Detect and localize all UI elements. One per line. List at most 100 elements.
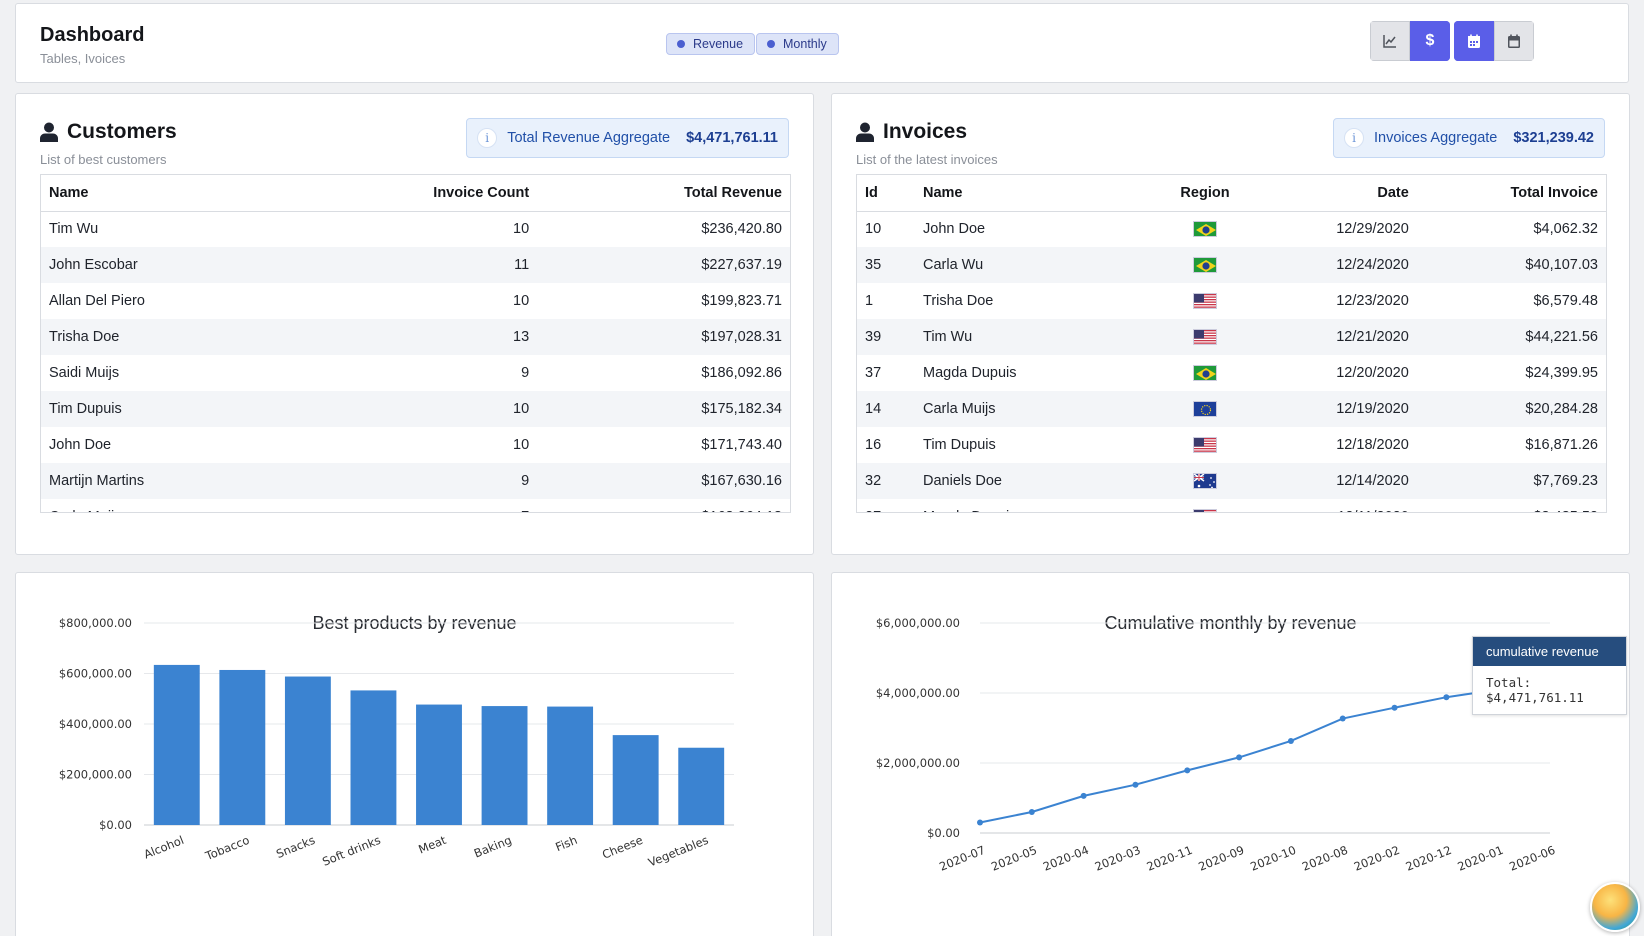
table-row[interactable]: John Doe 10 $171,743.40 [41, 427, 790, 463]
table-row[interactable]: Carla Muijs7$163,264.13 [41, 499, 790, 512]
invoice-count: 9 [521, 365, 530, 381]
usa-flag-icon [1193, 509, 1217, 512]
y-tick-label: $4,000,000.00 [876, 686, 960, 700]
bar [612, 735, 659, 825]
table-row[interactable]: 16 Tim Dupuis 12/18/2020 $16,871.26 [857, 427, 1606, 463]
table-row[interactable]: Trisha Doe 13 $197,028.31 [41, 319, 790, 355]
invoice-id: 35 [857, 247, 915, 283]
brazil-flag-icon [1193, 365, 1217, 382]
table-row[interactable]: 1 Trisha Doe 12/23/2020 $6,579.48 [857, 283, 1606, 319]
table-row[interactable]: 14 Carla Muijs 12/19/2020 $20,284.28 [857, 391, 1606, 427]
brazil-flag-icon [1193, 257, 1217, 274]
table-row[interactable]: 39 Tim Wu 12/21/2020 $44,221.56 [857, 319, 1606, 355]
customer-name: Allan Del Piero [49, 293, 145, 309]
customer-name: Saidi Muijs [49, 365, 120, 381]
column-header-region[interactable]: Region [1155, 175, 1255, 212]
total-revenue: $175,182.34 [537, 391, 790, 427]
table-row[interactable]: Martijn Martins 9 $167,630.16 [41, 463, 790, 499]
line-chart: $0.00 $2,000,000.00 $4,000,000.00 $6,000,00… [876, 616, 1557, 874]
user-icon [856, 122, 874, 142]
info-icon: i [1344, 128, 1365, 148]
column-header-invoice-count[interactable]: Invoice Count [289, 175, 538, 212]
table-row[interactable]: Allan Del Piero 10 $199,823.71 [41, 283, 790, 319]
bar [284, 676, 331, 825]
table-row[interactable]: Tim Wu 10 $236,420.80 [41, 211, 790, 247]
invoice-total: $6,579.48 [1533, 293, 1598, 309]
invoice-date: 12/19/2020 [1255, 391, 1417, 427]
invoice-count: 10 [513, 221, 530, 238]
cumulative-revenue-chart-card: Cumulative monthly by revenue $0.00 $2,00… [831, 572, 1630, 936]
invoice-count: 10 [289, 391, 538, 427]
invoice-region [1155, 319, 1255, 355]
invoice-total: $16,871.26 [1525, 437, 1598, 453]
invoice-region [1155, 247, 1255, 283]
x-tick-label: Soft drinks [320, 833, 382, 869]
table-header-row: Name Invoice Count Total Revenue [41, 175, 790, 212]
column-header-name[interactable]: Name [915, 175, 1155, 212]
invoices-panel: Invoices List of the latest invoices i I… [831, 93, 1630, 555]
invoices-table-container[interactable]: Id Name Region Date Total Invoice 10 John… [856, 174, 1607, 513]
column-header-total-revenue[interactable]: Total Revenue [537, 175, 790, 212]
aggregate-value: $321,239.42 [1513, 130, 1594, 146]
invoice-id: 1 [865, 293, 874, 309]
revenue-button[interactable]: $ [1410, 21, 1450, 61]
tooltip-value: $4,471,761.11 [1486, 690, 1584, 705]
column-header-name[interactable]: Name [41, 175, 290, 212]
table-row[interactable]: 27Magda Dupuis 12/11/2020$3,485.52 [857, 499, 1606, 512]
tag-revenue[interactable]: Revenue [666, 33, 756, 55]
table-row[interactable]: 32 Daniels Doe 12/14/2020 $7,769.23 [857, 463, 1606, 499]
y-tick-label: $6,000,000.00 [876, 616, 960, 630]
invoice-id: 39 [857, 319, 915, 355]
line-chart-button[interactable] [1370, 21, 1410, 61]
bar [416, 704, 462, 825]
data-point [1028, 809, 1035, 815]
data-point [1443, 694, 1450, 701]
x-tick-label: 2020-07 [937, 843, 987, 874]
line-chart-icon [1383, 35, 1396, 48]
aggregate-value: $4,471,761.11 [686, 130, 778, 146]
customers-table: Name Invoice Count Total Revenue Tim Wu 1… [41, 175, 790, 512]
australia-flag-icon [1193, 473, 1217, 490]
series-line [979, 675, 1551, 824]
invoice-count: 13 [289, 319, 538, 355]
invoice-date: 12/24/2020 [1255, 247, 1417, 283]
brazil-flag-icon [1193, 221, 1217, 238]
table-row[interactable]: Saidi Muijs 9 $186,092.86 [41, 355, 790, 391]
table-row[interactable]: 37 Magda Dupuis 12/20/2020 $24,399.95 [857, 355, 1606, 391]
invoice-name: Trisha Doe [923, 293, 994, 309]
customers-table-container[interactable]: Name Invoice Count Total Revenue Tim Wu 1… [40, 174, 791, 513]
x-tick-label: 2020-10 [1248, 843, 1298, 874]
dashboard-header: Dashboard Tables, Ivoices Revenue Monthl… [15, 3, 1629, 83]
user-avatar[interactable] [1590, 882, 1640, 932]
table-row[interactable]: 35 Carla Wu 12/24/2020 $40,107.03 [857, 247, 1606, 283]
column-header-total-invoice[interactable]: Total Invoice [1416, 175, 1606, 212]
total-revenue: $167,630.16 [537, 463, 790, 499]
table-row[interactable]: Tim Dupuis 10 $175,182.34 [41, 391, 790, 427]
bar [350, 690, 397, 825]
invoice-name: Carla Muijs [915, 391, 1155, 427]
tag-monthly[interactable]: Monthly [756, 33, 839, 55]
customer-name: John Escobar [41, 247, 290, 283]
customer-name: Trisha Doe [41, 319, 290, 355]
tag-label: Monthly [783, 37, 827, 51]
bar [481, 706, 528, 825]
customer-name: Tim Wu [49, 221, 99, 238]
x-tick-label: 2020-11 [1145, 843, 1195, 874]
invoice-id: 14 [857, 391, 915, 427]
customers-panel: Customers List of best customers i Total… [15, 93, 814, 555]
tag-dot-icon [767, 40, 775, 48]
monthly-button[interactable] [1454, 21, 1494, 61]
x-tick-label: Cheese [600, 833, 645, 862]
table-row[interactable]: 10 John Doe 12/29/2020 $4,062.32 [857, 211, 1606, 247]
invoice-count: 10 [513, 437, 530, 453]
tooltip-title: cumulative revenue [1473, 637, 1626, 666]
column-header-id[interactable]: Id [857, 175, 915, 212]
yearly-button[interactable] [1494, 21, 1534, 61]
invoice-date: 12/14/2020 [1255, 463, 1417, 499]
table-row[interactable]: John Escobar 11 $227,637.19 [41, 247, 790, 283]
period-toggle [1454, 21, 1534, 61]
column-header-date[interactable]: Date [1255, 175, 1417, 212]
page-subtitle: Tables, Ivoices [40, 51, 126, 66]
y-tick-label: $400,000.00 [59, 717, 132, 731]
invoice-total: $44,221.56 [1416, 319, 1606, 355]
